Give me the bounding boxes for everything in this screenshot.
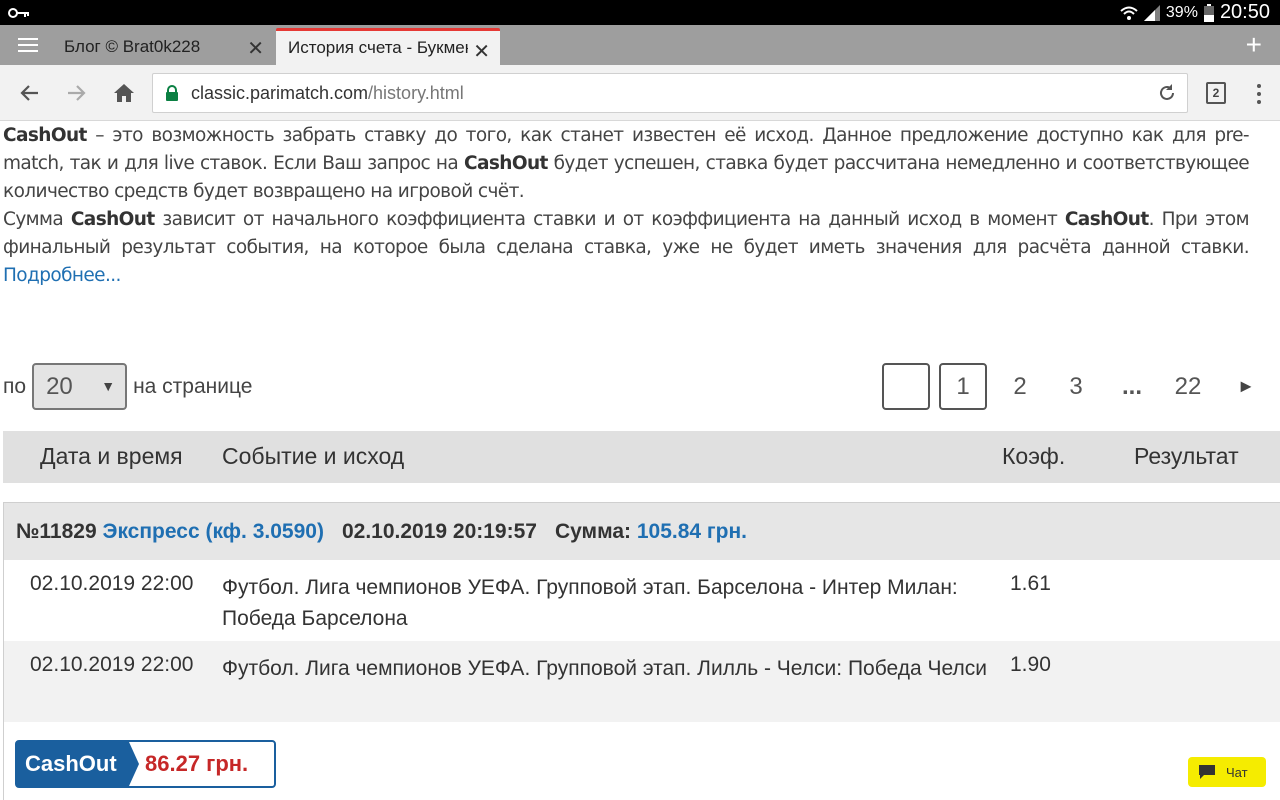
row-coef: 1.90 [1010, 653, 1051, 676]
url-host: classic.parimatch.com [191, 82, 369, 103]
bet-header: №11829 Экспресс (кф. 3.0590) 02.10.2019 2… [4, 503, 1280, 560]
column-header-result: Результат [1134, 443, 1239, 469]
column-header-event: Событие и исход [222, 443, 405, 469]
back-arrow-icon[interactable] [16, 79, 44, 107]
row-date: 02.10.2019 22:00 [30, 572, 194, 595]
per-page-value: 20 [46, 372, 73, 400]
page-2-link[interactable]: 2 [1002, 363, 1038, 410]
column-header-coef: Коэф. [1002, 443, 1066, 469]
bet-sum-value: 105.84 грн. [636, 519, 748, 543]
browser-tab-history[interactable]: История счета - Букмекерская контора Пар… [276, 28, 500, 65]
row-date: 02.10.2019 22:00 [30, 653, 194, 676]
overflow-menu-icon[interactable] [1252, 83, 1266, 105]
row-event: Футбол. Лига чемпионов УЕФА. Групповой э… [222, 657, 987, 680]
tab-title: История счета - Букмекерская контора Пар… [288, 38, 468, 57]
per-page-suffix: на странице [133, 374, 253, 398]
cashout-info-paragraph: CashOut – это возможность забрать ставку… [3, 122, 1250, 206]
column-header-date: Дата и время [40, 443, 183, 469]
pagination-blank-button[interactable] [882, 363, 930, 410]
bet-type-link[interactable]: Экспресс (кф. 3.0590) [103, 520, 324, 544]
chat-label: Чат [1226, 764, 1248, 780]
per-page-select[interactable]: 20 ▼ [32, 363, 128, 410]
cashout-term: CashOut [3, 125, 87, 146]
cashout-term: CashOut [70, 209, 155, 230]
per-page-control: по 20 ▼ на странице [3, 363, 252, 410]
row-event: Футбол. Лига чемпионов УЕФА. Групповой э… [222, 576, 958, 630]
bet-datetime: 02.10.2019 20:19:57 [341, 519, 537, 543]
reload-icon[interactable] [1157, 83, 1177, 103]
more-info-link[interactable]: Подробнее... [3, 265, 121, 286]
next-page-icon[interactable]: ► [1234, 363, 1258, 410]
cashout-term: CashOut [1064, 209, 1149, 230]
row-coef: 1.61 [1010, 572, 1051, 595]
lock-icon [166, 85, 178, 101]
page-1-button[interactable]: 1 [939, 363, 987, 410]
bet-sum-label: Сумма: [554, 519, 632, 543]
page-content: CashOut – это возможность забрать ставку… [0, 121, 1280, 800]
chat-bubble-icon [1199, 765, 1215, 779]
close-tab-icon[interactable]: ✕ [473, 39, 490, 64]
table-row: 02.10.2019 22:00 Футбол. Лига чемпионов … [4, 560, 1280, 641]
forward-arrow-icon[interactable] [62, 79, 90, 107]
page-3-link[interactable]: 3 [1058, 363, 1094, 410]
browser-tab-strip: Блог © Brat0k228 ✕ История счета - Букме… [0, 25, 1280, 65]
battery-icon [1203, 3, 1214, 22]
home-icon[interactable] [110, 79, 138, 107]
address-bar[interactable]: classic.parimatch.com/history.html [152, 73, 1188, 113]
vpn-key-icon [8, 8, 29, 18]
cashout-sum-paragraph: Сумма CashOut зависит от начального коэф… [3, 206, 1250, 290]
browser-tab-blog[interactable]: Блог © Brat0k228 ✕ [52, 28, 274, 65]
battery-percent: 39% [1165, 3, 1198, 21]
dropdown-arrow-icon: ▼ [101, 378, 116, 394]
pagination-ellipsis: ... [1121, 372, 1142, 400]
url-path: /history.html [368, 82, 464, 103]
table-row: 02.10.2019 22:00 Футбол. Лига чемпионов … [4, 641, 1280, 722]
clock: 20:50 [1219, 1, 1270, 23]
new-tab-icon[interactable]: + [1246, 29, 1262, 61]
close-tab-icon[interactable]: ✕ [247, 36, 264, 61]
hamburger-menu-icon[interactable] [18, 37, 38, 53]
cashout-term: CashOut [464, 153, 548, 174]
bet-number: №11829 [16, 519, 97, 543]
signal-icon [1143, 4, 1160, 21]
browser-toolbar: classic.parimatch.com/history.html 2 [0, 65, 1280, 121]
cashout-amount: 86.27 грн. [145, 751, 249, 776]
android-status-bar: 39% 20:50 [0, 0, 1280, 25]
history-table-header: Дата и время Событие и исход Коэф. Резул… [3, 431, 1280, 483]
info-text: Сумма [3, 209, 71, 230]
page-22-link[interactable]: 22 [1168, 363, 1208, 410]
per-page-prefix: по [3, 374, 27, 398]
info-text: зависит от начального коэффициента ставк… [154, 209, 1065, 230]
tab-switcher-button[interactable]: 2 [1206, 82, 1226, 104]
wifi-icon [1120, 6, 1138, 20]
tab-title: Блог © Brat0k228 [64, 36, 201, 56]
cashout-button[interactable]: CashOut 86.27 грн. [15, 740, 276, 788]
chat-button[interactable]: Чат [1188, 757, 1266, 787]
cashout-label: CashOut [17, 742, 139, 786]
